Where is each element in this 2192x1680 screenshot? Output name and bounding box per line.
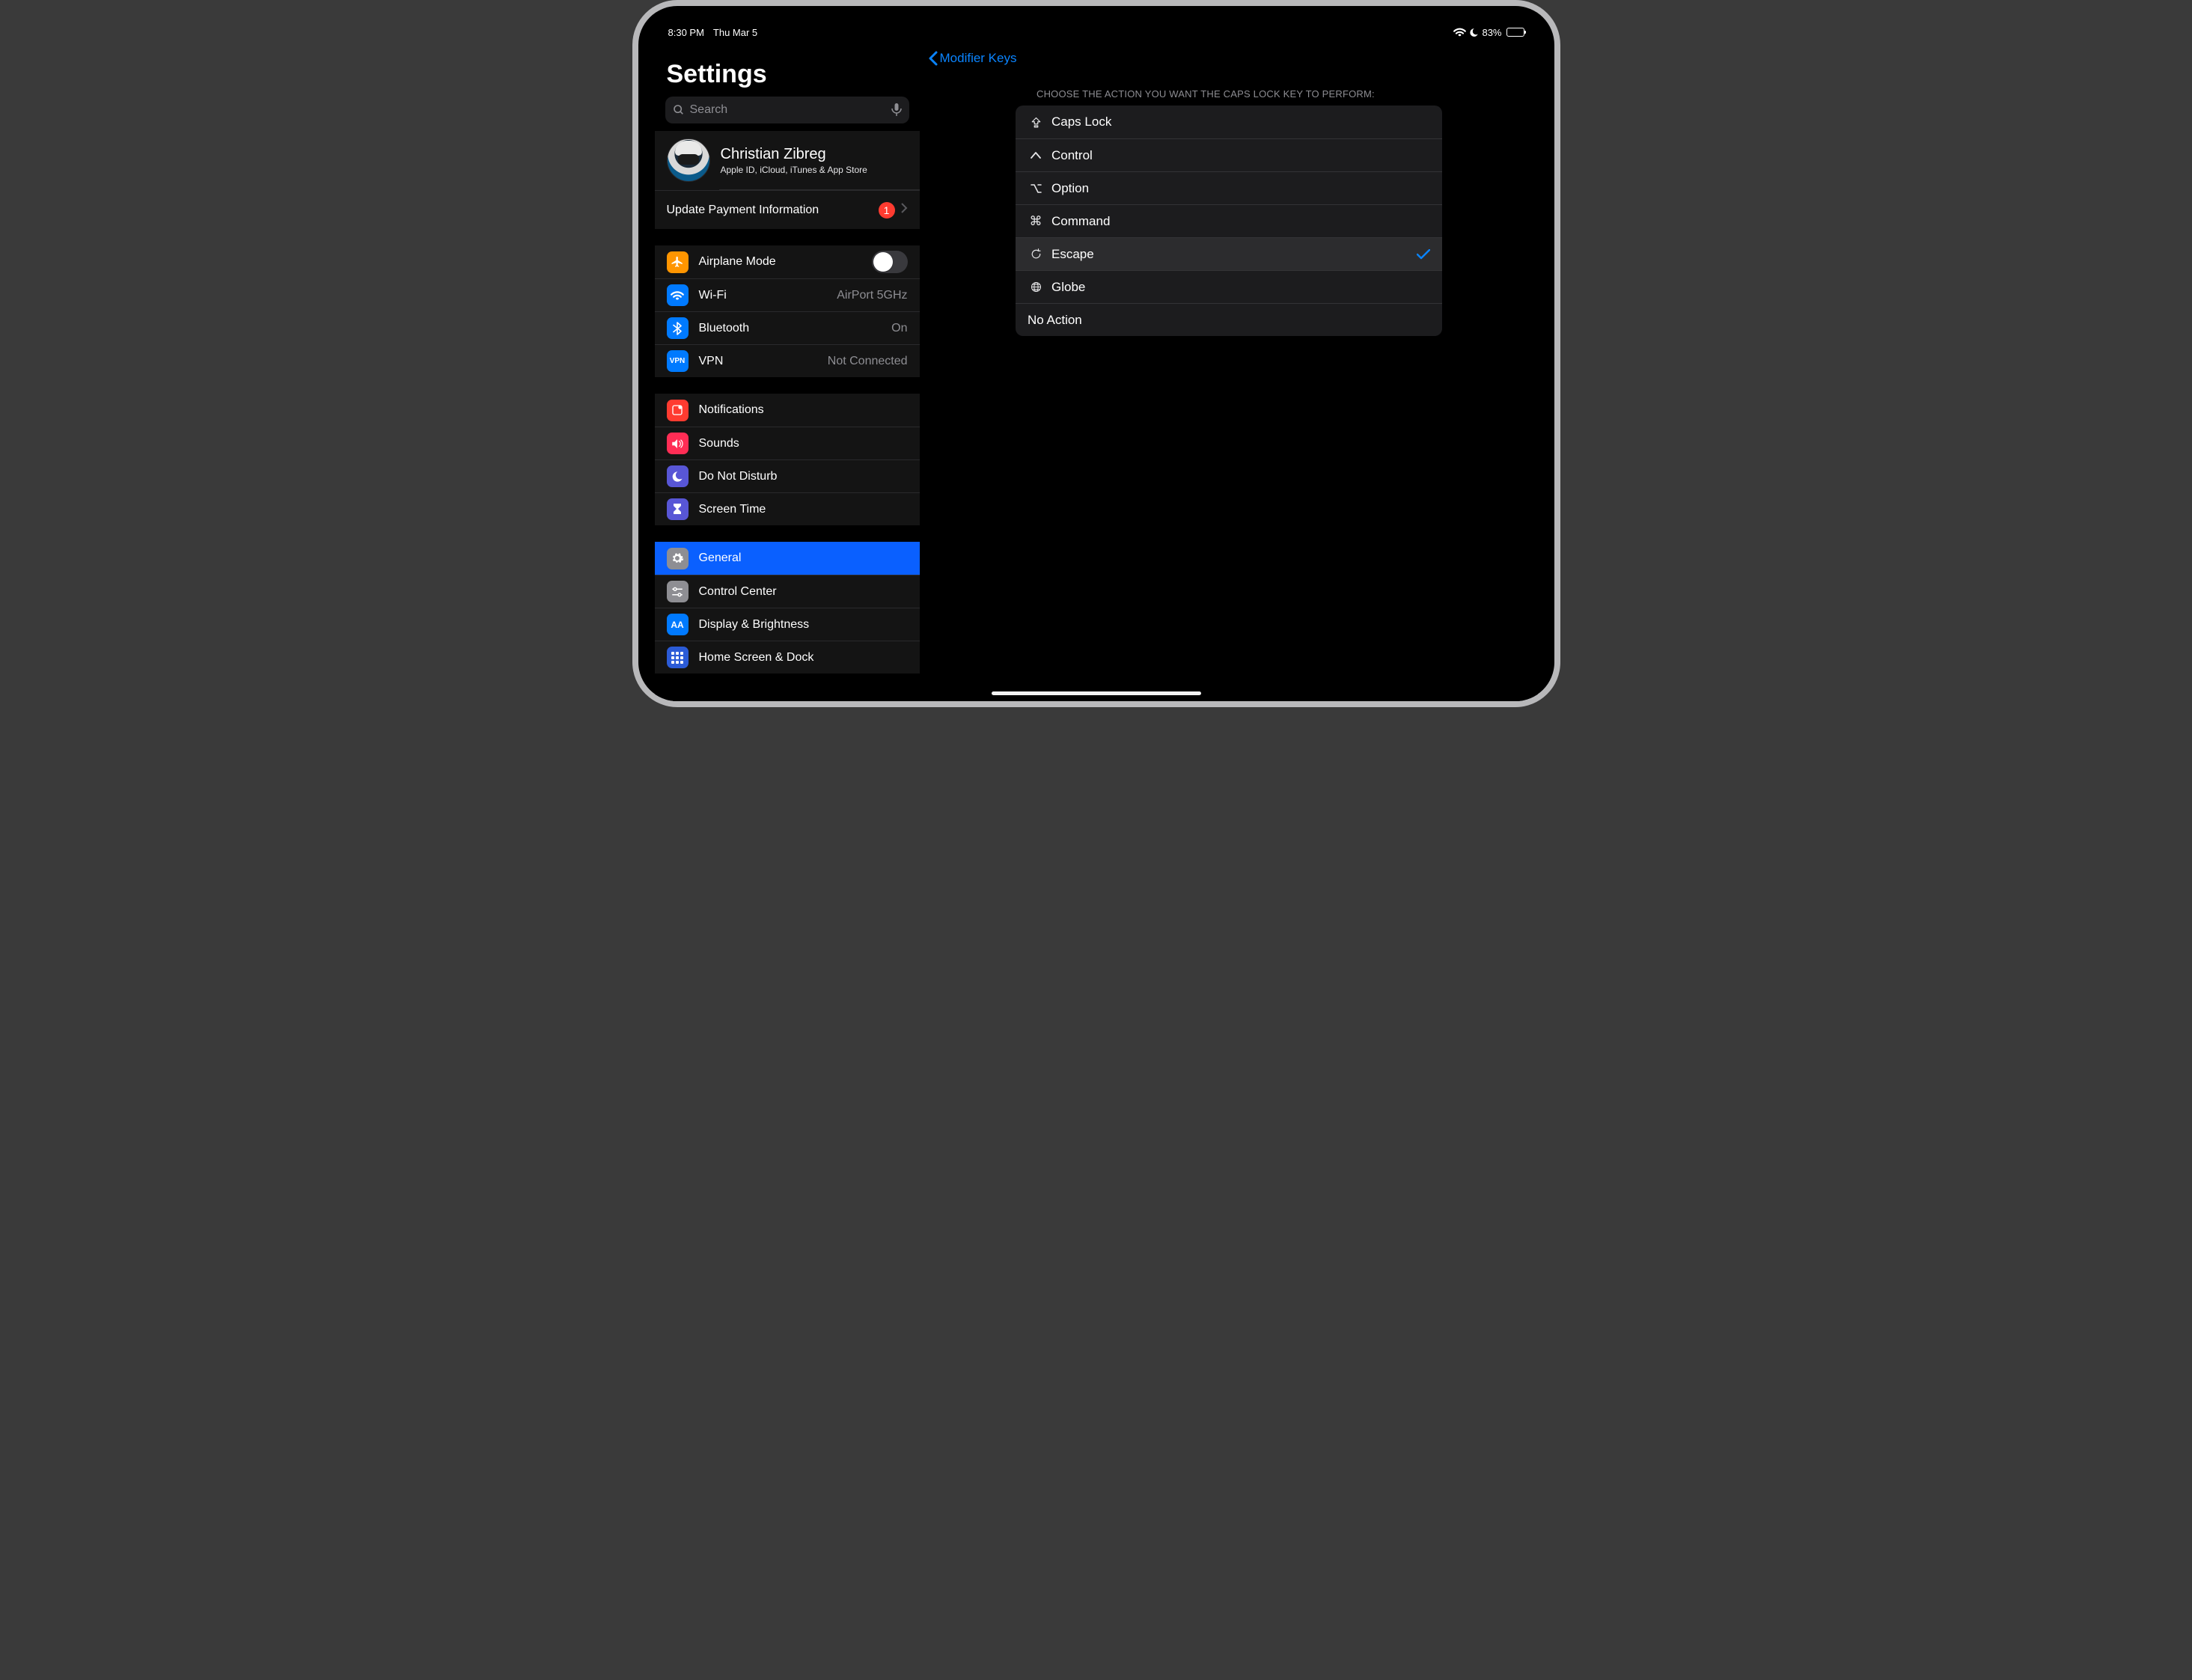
control-center-icon <box>667 581 689 602</box>
status-bar: 8:30 PM Thu Mar 5 83% <box>655 22 1538 40</box>
update-payment-row[interactable]: Update Payment Information 1 <box>655 190 920 229</box>
account-subtitle: Apple ID, iCloud, iTunes & App Store <box>721 165 867 175</box>
vpn-value: Not Connected <box>828 355 908 368</box>
option-option[interactable]: Option <box>1016 171 1442 204</box>
options-panel: Caps Lock Control <box>1016 106 1442 336</box>
sounds-row[interactable]: Sounds <box>655 427 920 459</box>
check-icon <box>1417 249 1430 260</box>
option-globe[interactable]: Globe <box>1016 270 1442 303</box>
option-caps-lock[interactable]: Caps Lock <box>1016 106 1442 138</box>
ipad-frame: 8:30 PM Thu Mar 5 83% <box>632 0 1560 707</box>
sidebar: Settings Search Christian Zibreg <box>655 40 920 701</box>
vpn-row[interactable]: VPN VPN Not Connected <box>655 344 920 377</box>
back-button[interactable]: Modifier Keys <box>928 51 1017 66</box>
battery-icon <box>1506 28 1524 37</box>
control-center-row[interactable]: Control Center <box>655 575 920 608</box>
globe-icon <box>1028 281 1044 293</box>
battery-percentage: 83% <box>1482 27 1501 38</box>
option-command[interactable]: ⌘ Command <box>1016 204 1442 237</box>
airplane-icon <box>667 251 689 273</box>
display-icon: AA <box>667 614 689 635</box>
nav-bar: Modifier Keys <box>921 40 1538 73</box>
general-icon <box>667 548 689 569</box>
ipad-bezel: 8:30 PM Thu Mar 5 83% <box>638 6 1554 701</box>
home-indicator[interactable] <box>992 691 1201 695</box>
homescreen-icon <box>667 647 689 668</box>
general-row[interactable]: General <box>655 542 920 575</box>
screentime-row[interactable]: Screen Time <box>655 492 920 525</box>
apple-id-row[interactable]: Christian Zibreg Apple ID, iCloud, iTune… <box>655 131 920 189</box>
airplane-toggle[interactable] <box>872 251 908 273</box>
account-name: Christian Zibreg <box>721 146 867 163</box>
dnd-row[interactable]: Do Not Disturb <box>655 459 920 492</box>
settings-title: Settings <box>655 40 920 97</box>
chevron-left-icon <box>928 51 938 66</box>
option-no-action[interactable]: No Action <box>1016 303 1442 336</box>
escape-icon <box>1028 248 1044 260</box>
sounds-icon <box>667 433 689 454</box>
search-icon <box>673 104 685 116</box>
vpn-icon: VPN <box>667 350 689 372</box>
screen: 8:30 PM Thu Mar 5 83% <box>655 22 1538 701</box>
do-not-disturb-icon <box>1469 28 1479 37</box>
notifications-icon <box>667 400 689 421</box>
section-header: CHOOSE THE ACTION YOU WANT THE CAPS LOCK… <box>1016 88 1442 106</box>
bluetooth-icon <box>667 317 689 339</box>
status-date: Thu Mar 5 <box>713 27 757 38</box>
option-control[interactable]: Control <box>1016 138 1442 171</box>
dictation-icon[interactable] <box>891 103 902 117</box>
dnd-icon <box>667 465 689 487</box>
display-row[interactable]: AA Display & Brightness <box>655 608 920 641</box>
notifications-row[interactable]: Notifications <box>655 394 920 427</box>
wifi-value: AirPort 5GHz <box>837 289 907 302</box>
screentime-icon <box>667 498 689 520</box>
command-icon: ⌘ <box>1028 214 1044 229</box>
wifi-row[interactable]: Wi-Fi AirPort 5GHz <box>655 278 920 311</box>
payment-badge: 1 <box>879 202 895 219</box>
option-escape[interactable]: Escape <box>1016 237 1442 270</box>
bluetooth-value: On <box>891 322 907 335</box>
capslock-icon <box>1028 117 1044 128</box>
airplane-mode-row[interactable]: Airplane Mode <box>655 245 920 278</box>
avatar <box>667 138 710 182</box>
chevron-right-icon <box>901 203 908 217</box>
wifi-icon <box>1453 28 1466 37</box>
bluetooth-row[interactable]: Bluetooth On <box>655 311 920 344</box>
main-panel: Modifier Keys CHOOSE THE ACTION YOU WANT… <box>920 40 1538 701</box>
control-icon <box>1028 152 1044 159</box>
homescreen-row[interactable]: Home Screen & Dock <box>655 641 920 673</box>
wifi-settings-icon <box>667 284 689 306</box>
search-placeholder: Search <box>690 103 728 117</box>
search-input[interactable]: Search <box>665 97 909 123</box>
status-time: 8:30 PM <box>668 27 704 38</box>
option-icon <box>1028 184 1044 193</box>
